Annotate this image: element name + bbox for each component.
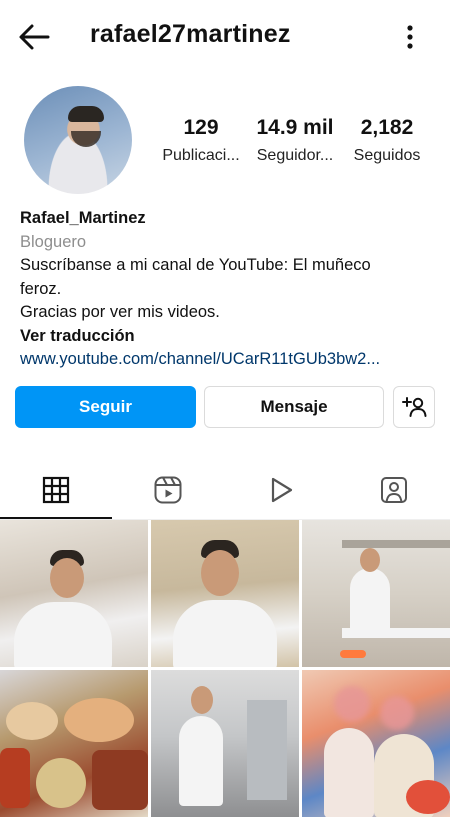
tagged-icon [381, 477, 407, 503]
bio-line-1: Suscríbanse a mi canal de YouTube: El mu… [20, 256, 371, 274]
post-thumbnail[interactable] [151, 520, 299, 667]
post-thumbnail[interactable] [0, 670, 148, 817]
post-thumbnail[interactable] [0, 520, 148, 667]
suggested-accounts-button[interactable] [393, 386, 435, 428]
tab-tagged[interactable] [338, 463, 450, 517]
bio-line-3: Gracias por ver mis videos. [20, 303, 220, 321]
post-thumbnail[interactable] [151, 670, 299, 817]
posts-count: 129 [183, 116, 219, 139]
tab-posts[interactable] [0, 463, 112, 519]
profile-display-name: Rafael_Martinez [20, 209, 146, 227]
posts-grid [0, 520, 450, 817]
followers-label: Seguidor... [256, 147, 334, 164]
more-options-icon[interactable] [398, 22, 422, 52]
post-thumbnail[interactable] [302, 520, 450, 667]
followers-count: 14.9 mil [256, 116, 334, 139]
profile-username: rafael27martinez [90, 20, 291, 48]
stat-posts[interactable]: 129 Publicaci... [152, 116, 250, 165]
profile-tabs [0, 463, 450, 520]
see-translation-link[interactable]: Ver traducción [20, 325, 440, 349]
bio-line-2: feroz. [20, 279, 62, 298]
profile-avatar[interactable] [24, 86, 132, 194]
top-bar: rafael27martinez [0, 0, 450, 72]
following-label: Seguidos [353, 147, 421, 164]
reels-icon [154, 476, 182, 504]
tab-reels[interactable] [112, 463, 224, 517]
add-person-icon [402, 397, 427, 417]
tab-videos[interactable] [225, 463, 337, 517]
back-arrow-icon[interactable] [18, 22, 52, 52]
profile-category: Bloguero [20, 232, 87, 251]
grid-icon [42, 476, 70, 504]
stat-following[interactable]: 2,182 Seguidos [344, 116, 430, 165]
following-count: 2,182 [360, 116, 414, 139]
follow-button[interactable]: Seguir [15, 386, 196, 428]
posts-label: Publicaci... [162, 147, 240, 164]
website-link[interactable]: www.youtube.com/channel/UCarR11tGUb3bw2.… [20, 348, 440, 372]
post-thumbnail[interactable] [302, 670, 450, 817]
message-button[interactable]: Mensaje [204, 386, 384, 428]
play-icon [271, 477, 293, 503]
stat-followers[interactable]: 14.9 mil Seguidor... [252, 116, 338, 165]
profile-bio: Rafael_Martinez Bloguero Suscríbanse a m… [20, 207, 440, 372]
